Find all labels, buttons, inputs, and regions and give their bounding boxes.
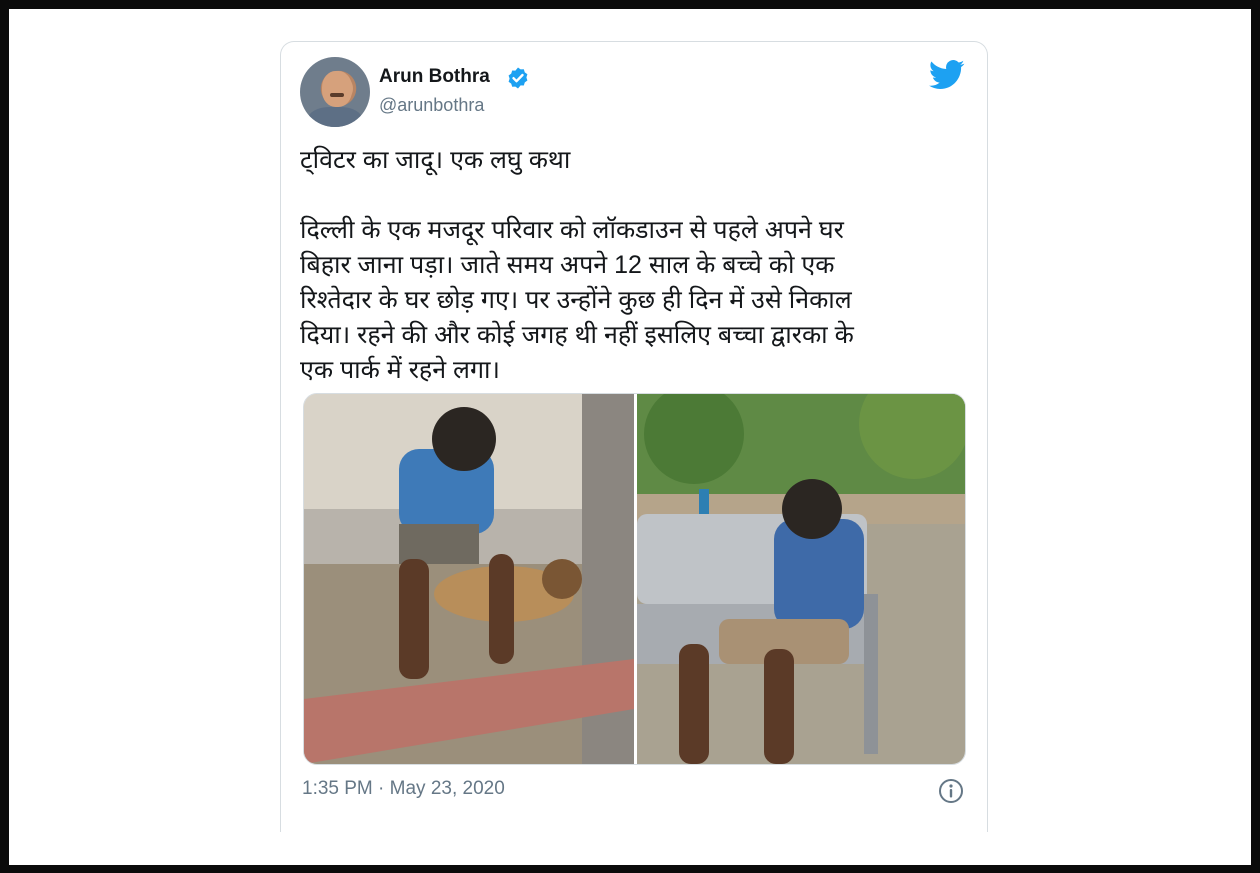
verified-badge-icon: [508, 67, 528, 89]
avatar-face: [322, 71, 352, 107]
author-handle[interactable]: @arunbothra: [379, 95, 484, 116]
tweet-text: ट्विटर का जादू। एक लघु कथा दिल्ली के एक …: [300, 146, 854, 384]
media-photo-2[interactable]: [637, 394, 965, 764]
tweet-timestamp[interactable]: 1:35 PM · May 23, 2020: [302, 778, 505, 800]
tweet-media[interactable]: [303, 393, 966, 765]
avatar-shirt: [308, 107, 362, 127]
info-icon[interactable]: [938, 778, 964, 804]
twitter-bird-icon[interactable]: [929, 60, 965, 90]
avatar-mustache: [330, 93, 344, 97]
author-avatar[interactable]: [300, 57, 370, 127]
media-photo-1[interactable]: [304, 394, 634, 764]
author-name[interactable]: Arun Bothra: [379, 66, 490, 88]
